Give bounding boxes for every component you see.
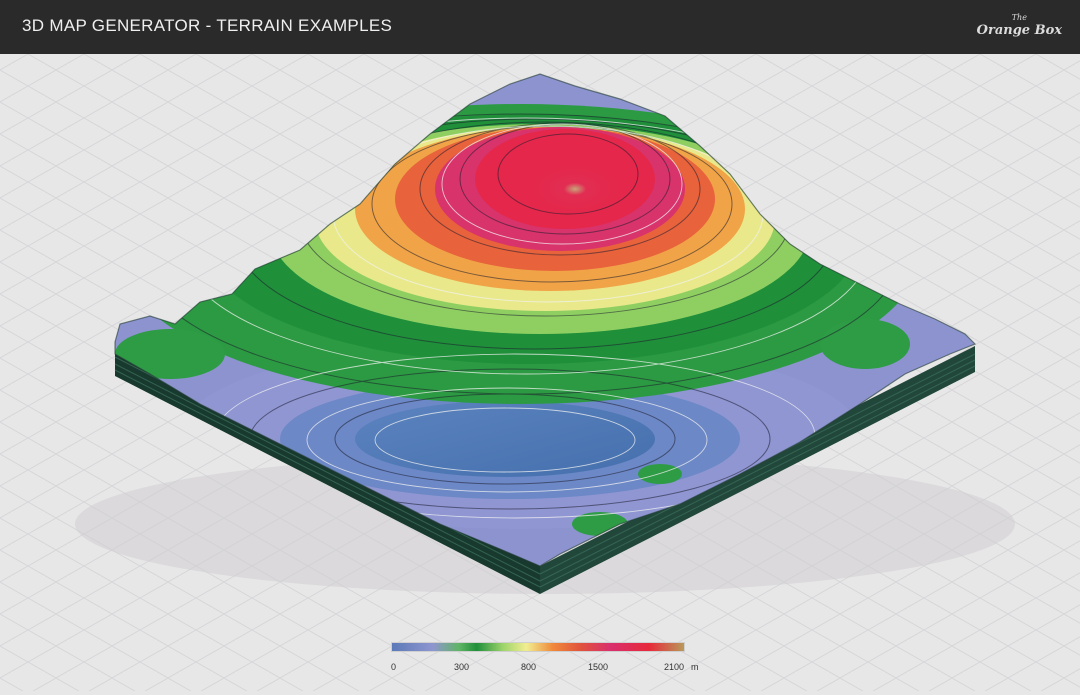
terrain-render	[0, 54, 1080, 691]
legend-tick-2100: 2100	[664, 662, 685, 672]
elevation-color-bar	[391, 642, 685, 652]
legend-unit: m	[691, 662, 699, 672]
orange-box-logo: The Orange Box	[976, 13, 1062, 38]
terrain-illustration	[0, 54, 1080, 691]
legend-tick-800: 800	[521, 662, 537, 672]
header-bar: 3D MAP GENERATOR - TERRAIN EXAMPLES The …	[0, 0, 1080, 54]
elevation-legend: 0 300 800 1500 2100 m	[391, 642, 699, 682]
legend-tick-300: 300	[454, 662, 470, 672]
logo-text-top: The	[1011, 13, 1027, 22]
legend-tick-1500: 1500	[588, 662, 609, 672]
logo-text-bottom: Orange Box	[976, 23, 1062, 38]
legend-tick-0: 0	[391, 662, 397, 672]
page-title: 3D MAP GENERATOR - TERRAIN EXAMPLES	[22, 16, 393, 35]
